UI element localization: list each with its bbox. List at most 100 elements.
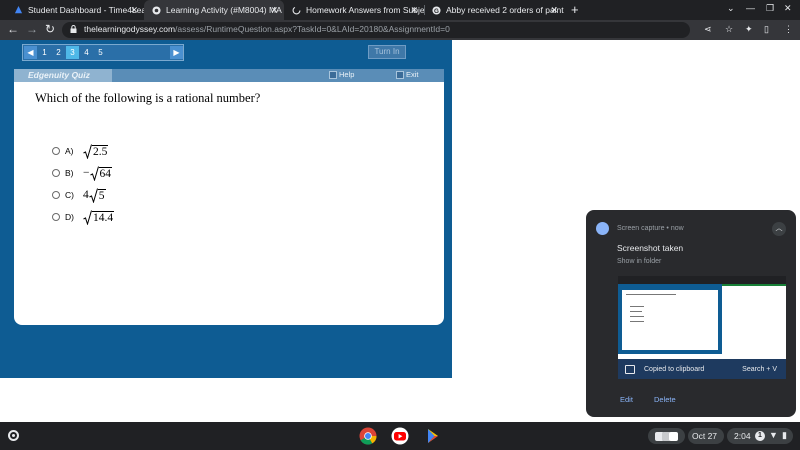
- quiz-header-bar: Edgenuity Quiz Help Exit: [14, 69, 444, 82]
- clock-label: 2:04: [734, 431, 751, 441]
- choice-letter: A): [65, 146, 74, 156]
- tab-search-chevron-icon[interactable]: ⌄: [727, 3, 735, 14]
- question-number-5[interactable]: 5: [94, 46, 107, 59]
- launcher-icon[interactable]: [8, 430, 19, 441]
- youtube-icon[interactable]: [391, 427, 409, 445]
- collapse-chevron-icon[interactable]: ︿: [772, 222, 786, 236]
- notification-title: Screenshot taken: [617, 243, 684, 253]
- tab-student-dashboard[interactable]: Student Dashboard - Time4Learn ✕: [6, 0, 144, 20]
- answer-choice-c[interactable]: C) 4 5: [52, 186, 106, 204]
- tab-title: Homework Answers from Subje: [306, 5, 424, 15]
- paste-shortcut-label: Search + V: [742, 365, 777, 373]
- url-path: /assess/RuntimeQuestion.aspx?TaskId=0&LA…: [175, 24, 450, 34]
- radio-button[interactable]: [52, 147, 60, 155]
- question-number-1[interactable]: 1: [38, 46, 51, 59]
- radio-button[interactable]: [52, 169, 60, 177]
- thumbnail-tabbar: [618, 276, 786, 284]
- thumbnail-text-line: [630, 321, 644, 322]
- back-arrow-icon[interactable]: ←: [7, 22, 19, 36]
- answer-choice-b[interactable]: B) − 64: [52, 164, 112, 182]
- svg-text:G: G: [434, 7, 439, 14]
- choice-letter: C): [65, 190, 74, 200]
- tab-abby-received[interactable]: G Abby received 2 orders of paint ✕: [424, 0, 564, 20]
- square-root-symbol: 5: [89, 187, 106, 203]
- tab-title: Student Dashboard - Time4Learn: [28, 5, 144, 15]
- clipboard-icon: [625, 364, 635, 374]
- notification-time: now: [670, 225, 684, 232]
- turn-in-button[interactable]: Turn In: [368, 45, 406, 59]
- choice-expression: − 64: [83, 165, 112, 181]
- radicand: 64: [98, 167, 112, 180]
- choice-expression: 4 5: [83, 187, 106, 203]
- close-icon[interactable]: ✕: [410, 5, 418, 16]
- new-tab-button[interactable]: +: [571, 2, 579, 17]
- help-icon: [329, 70, 337, 79]
- answer-choice-d[interactable]: D) 14.4: [52, 208, 115, 226]
- tab-strip: Student Dashboard - Time4Learn ✕ Learnin…: [0, 0, 800, 20]
- tab-learning-activity[interactable]: Learning Activity (#M8004) MA ✕: [144, 0, 284, 20]
- bookmark-star-icon[interactable]: ☆: [725, 24, 733, 35]
- share-icon[interactable]: ⋖: [704, 24, 712, 35]
- maximize-icon[interactable]: ❐: [766, 3, 774, 14]
- show-in-folder-link[interactable]: Show in folder: [617, 258, 661, 265]
- chromeos-shelf: Oct 27 2:04 1 ▼ ▮: [0, 422, 800, 450]
- radio-button[interactable]: [52, 191, 60, 199]
- notification-source: Screen capture • now: [617, 225, 684, 232]
- screenshot-notification: Screen capture • now ︿ Screenshot taken …: [586, 210, 796, 417]
- tab-homework-answers[interactable]: Homework Answers from Subje ✕: [284, 0, 424, 20]
- question-navigator: ◀ 1 2 3 4 5 ▶: [22, 44, 184, 61]
- question-number-2[interactable]: 2: [52, 46, 65, 59]
- close-icon[interactable]: ✕: [270, 5, 278, 16]
- radicand: 5: [97, 189, 106, 202]
- close-icon[interactable]: ✕: [550, 5, 558, 16]
- exit-button[interactable]: Exit: [396, 70, 419, 79]
- question-number-4[interactable]: 4: [80, 46, 93, 59]
- side-panel-icon[interactable]: ▯: [764, 24, 769, 35]
- holding-space-thumbnails-icon: [655, 432, 678, 441]
- screen-capture-icon: [596, 222, 609, 235]
- tab-title: Abby received 2 orders of paint: [446, 5, 564, 15]
- play-store-icon[interactable]: [424, 427, 442, 445]
- radicand: 2.5: [92, 145, 109, 158]
- help-button[interactable]: Help: [329, 70, 354, 79]
- browser-toolbar: ← → ↻ thelearningodyssey.com/assess/Runt…: [0, 20, 800, 40]
- learning-odyssey-favicon-icon: [152, 5, 161, 15]
- holding-space-pill[interactable]: [648, 428, 685, 444]
- tab-title: Learning Activity (#M8004) MA: [166, 5, 282, 15]
- reload-icon[interactable]: ↻: [45, 22, 55, 36]
- radicand: 14.4: [92, 211, 115, 224]
- chrome-icon[interactable]: [359, 427, 377, 445]
- delete-button[interactable]: Delete: [654, 395, 676, 404]
- battery-icon: ▮: [782, 430, 787, 440]
- square-root-symbol: 14.4: [83, 209, 115, 225]
- menu-kebab-icon[interactable]: ⋮: [784, 24, 793, 35]
- close-icon[interactable]: ✕: [130, 5, 138, 16]
- help-label: Help: [339, 70, 355, 79]
- choice-letter: B): [65, 168, 74, 178]
- copied-to-clipboard-bar: Copied to clipboard Search + V: [618, 359, 786, 379]
- next-question-arrow-icon[interactable]: ▶: [170, 46, 183, 59]
- notification-count-badge: 1: [755, 431, 765, 441]
- radio-button[interactable]: [52, 213, 60, 221]
- forward-arrow-icon[interactable]: →: [26, 22, 38, 36]
- previous-question-arrow-icon[interactable]: ◀: [24, 46, 37, 59]
- question-text: Which of the following is a rational num…: [35, 91, 261, 105]
- thumbnail-text-line: [630, 311, 642, 312]
- url-text: thelearningodyssey.com/assess/RuntimeQue…: [84, 24, 450, 34]
- question-card: Which of the following is a rational num…: [14, 82, 444, 325]
- choice-expression: 2.5: [83, 143, 109, 159]
- edit-button[interactable]: Edit: [620, 395, 633, 404]
- close-window-icon[interactable]: ✕: [784, 3, 792, 14]
- thumbnail-text-line: [630, 316, 644, 317]
- thumbnail-blank-area: [722, 286, 786, 369]
- screenshot-thumbnail[interactable]: [618, 276, 786, 369]
- minimize-icon[interactable]: —: [746, 3, 755, 13]
- extensions-puzzle-icon[interactable]: ✦: [745, 24, 753, 35]
- google-favicon-icon: G: [432, 5, 441, 14]
- copied-label: Copied to clipboard: [644, 365, 705, 373]
- url-host: thelearningodyssey.com: [84, 24, 176, 34]
- answer-choice-a[interactable]: A) 2.5: [52, 142, 109, 160]
- exit-label: Exit: [406, 70, 419, 79]
- question-number-3-current[interactable]: 3: [66, 46, 79, 59]
- address-bar[interactable]: thelearningodyssey.com/assess/RuntimeQue…: [62, 22, 690, 38]
